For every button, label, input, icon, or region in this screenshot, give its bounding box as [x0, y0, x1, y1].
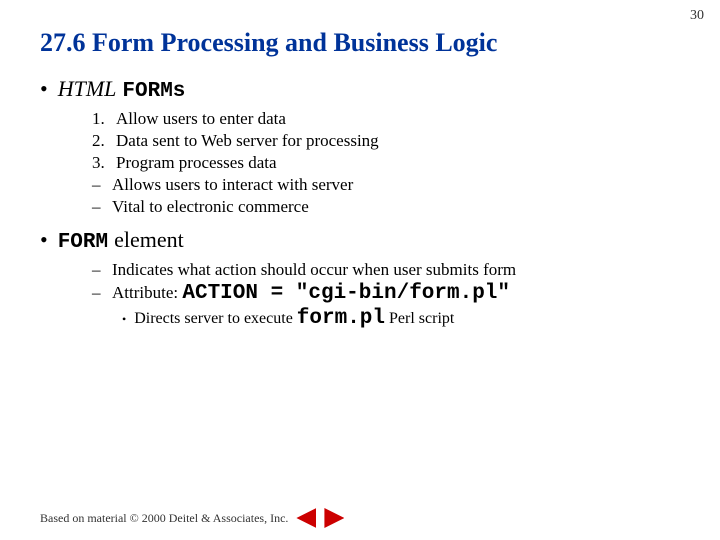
item-dash: –	[92, 197, 106, 217]
form-sub-sub-list: • Directs server to execute form.pl Perl…	[122, 307, 680, 330]
item-dash: –	[92, 260, 106, 280]
item-text: Directs server to execute form.pl Perl s…	[134, 307, 454, 330]
item-dash: –	[92, 175, 106, 195]
item-dash: –	[92, 283, 106, 303]
list-item: 1. Allow users to enter data	[92, 109, 680, 129]
nav-back-button[interactable]	[296, 508, 316, 528]
main-bullet-1: • HTML FORMs	[40, 76, 680, 103]
slide-title: 27.6 Form Processing and Business Logic	[40, 28, 680, 58]
sub-bullet: •	[122, 312, 126, 327]
item-num: 1.	[92, 109, 110, 129]
list-item: – Indicates what action should occur whe…	[92, 260, 680, 280]
item-text: Attribute: ACTION = "cgi-bin/form.pl"	[112, 282, 510, 305]
list-item: • Directs server to execute form.pl Perl…	[122, 307, 680, 330]
footer-text: Based on material © 2000 Deitel & Associ…	[40, 511, 288, 526]
form-element-sub-list: – Indicates what action should occur whe…	[92, 260, 680, 330]
main-bullet-2: • FORM element	[40, 227, 680, 254]
item-num: 3.	[92, 153, 110, 173]
formpl-code: form.pl	[297, 307, 385, 330]
forward-arrow-icon[interactable]	[324, 508, 344, 528]
bullet-dot-2: •	[40, 227, 48, 253]
list-item: – Attribute: ACTION = "cgi-bin/form.pl"	[92, 282, 680, 305]
item-text: Allows users to interact with server	[112, 175, 353, 195]
item-text: Program processes data	[116, 153, 277, 173]
item-text: Indicates what action should occur when …	[112, 260, 516, 280]
forms-sub-list: 1. Allow users to enter data 2. Data sen…	[92, 109, 680, 217]
footer: Based on material © 2000 Deitel & Associ…	[40, 508, 344, 528]
page-number: 30	[690, 8, 704, 24]
element-label: element	[114, 227, 184, 253]
action-code: ACTION = "cgi-bin/form.pl"	[182, 282, 510, 305]
forms-label: FORMs	[122, 80, 185, 103]
slide: 30 27.6 Form Processing and Business Log…	[0, 0, 720, 540]
section-form-element: • FORM element – Indicates what action s…	[40, 227, 680, 330]
nav-forward-button[interactable]	[324, 508, 344, 528]
list-item: 3. Program processes data	[92, 153, 680, 173]
item-text: Data sent to Web server for processing	[116, 131, 379, 151]
item-text: Allow users to enter data	[116, 109, 286, 129]
item-num: 2.	[92, 131, 110, 151]
list-item: 2. Data sent to Web server for processin…	[92, 131, 680, 151]
section-html-forms: • HTML FORMs 1. Allow users to enter dat…	[40, 76, 680, 217]
bullet-dot-1: •	[40, 76, 48, 102]
form-label: FORM	[58, 231, 108, 254]
item-text: Vital to electronic commerce	[112, 197, 309, 217]
list-item: – Allows users to interact with server	[92, 175, 680, 195]
list-item: – Vital to electronic commerce	[92, 197, 680, 217]
back-arrow-icon[interactable]	[296, 508, 316, 528]
html-label: HTML	[58, 76, 117, 102]
